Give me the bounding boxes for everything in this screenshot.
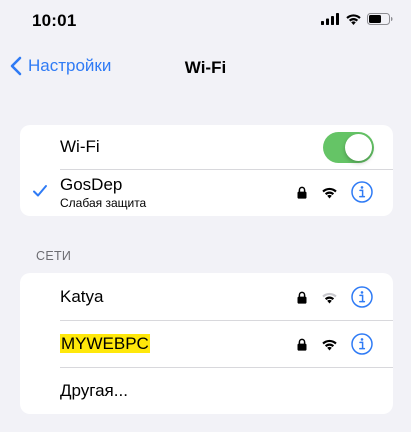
battery-icon	[367, 12, 393, 30]
wifi-toggle-row: Wi-Fi	[20, 125, 393, 169]
wifi-strength-medium-icon	[321, 291, 338, 304]
info-icon[interactable]	[351, 333, 373, 355]
network-trailing	[297, 286, 373, 308]
lock-icon	[297, 186, 307, 199]
current-network-subtitle: Слабая защита	[60, 196, 147, 210]
navigation-bar: Настройки Wi-Fi	[0, 48, 411, 88]
status-time: 10:01	[32, 11, 77, 30]
network-row-other[interactable]: Другая...	[20, 368, 393, 414]
current-network-trailing	[297, 181, 373, 203]
network-name: Katya	[60, 287, 104, 306]
highlighted-network-name: MYWEBPC	[60, 334, 150, 353]
networks-section-header: СЕТИ	[36, 249, 72, 263]
status-icons	[321, 12, 393, 30]
wifi-settings-group: Wi-Fi GosDep Слабая защита	[20, 125, 393, 216]
cellular-signal-icon	[321, 12, 340, 30]
info-icon[interactable]	[351, 181, 373, 203]
wifi-strength-full-icon	[321, 186, 338, 199]
network-trailing	[297, 333, 373, 355]
network-row-katya[interactable]: Katya	[20, 273, 393, 320]
current-network-name: GosDep	[60, 175, 123, 194]
wifi-toggle-label: Wi-Fi	[60, 137, 100, 156]
network-row-mywebpc[interactable]: MYWEBPC	[20, 321, 393, 367]
page-title: Wi-Fi	[184, 58, 227, 77]
network-name: MYWEBPC	[60, 334, 150, 354]
other-network-label: Другая...	[60, 381, 128, 400]
networks-list: Katya MYWEBPC Другая...	[20, 273, 393, 414]
lock-icon	[297, 291, 307, 304]
wifi-strength-full-icon	[321, 338, 338, 351]
status-bar: 10:01	[0, 0, 411, 44]
current-network-text: GosDep Слабая защита	[60, 175, 146, 210]
info-icon[interactable]	[351, 286, 373, 308]
wifi-status-icon	[345, 12, 362, 30]
current-network-row[interactable]: GosDep Слабая защита	[20, 170, 393, 216]
toggle-knob	[345, 134, 372, 161]
wifi-toggle[interactable]	[323, 132, 374, 163]
checkmark-icon	[32, 184, 48, 203]
lock-icon	[297, 338, 307, 351]
